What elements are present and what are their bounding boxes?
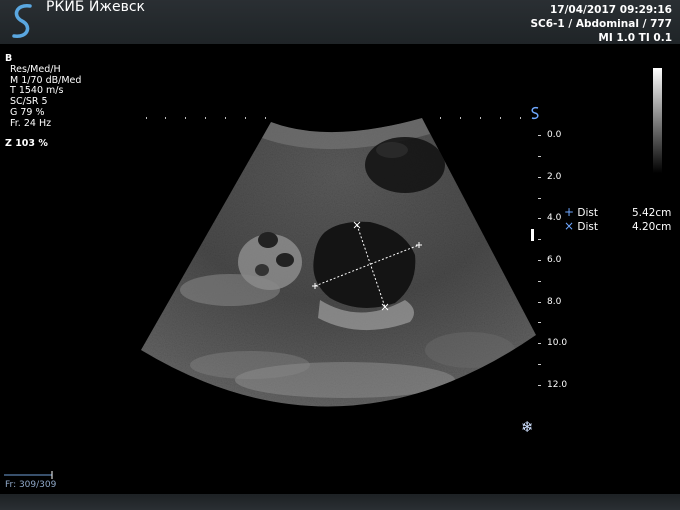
footer-bar [0, 494, 680, 510]
focus-marker[interactable] [531, 229, 534, 241]
frame-counter: Fr: 309/309 [5, 480, 57, 490]
measurement-unit: cm [655, 221, 672, 233]
measurement-unit: cm [655, 207, 672, 219]
depth-label: 4.0 [547, 213, 562, 223]
measurement-symbol: × [564, 219, 575, 233]
measurement-label: Dist [577, 221, 598, 233]
measurement-value: 5.42 [631, 207, 656, 219]
depth-label: 8.0 [547, 297, 562, 307]
measurement-label: Dist [577, 207, 598, 219]
depth-label: 12.0 [547, 380, 568, 390]
ultrasound-image [141, 106, 541, 407]
measurement-value: 4.20 [631, 221, 656, 233]
cine-bar[interactable] [4, 470, 56, 480]
depth-label: 0.0 [547, 130, 562, 140]
measurement-readout-1: + Dist 5.42cm [564, 205, 671, 219]
depth-label: 2.0 [547, 172, 562, 182]
orientation-marker-icon [531, 106, 539, 120]
measurement-readout-2: × Dist 4.20cm [564, 219, 671, 233]
depth-scale-ticks [538, 135, 541, 386]
top-tick-line [146, 117, 521, 119]
measurement-symbol: + [564, 205, 575, 219]
depth-label: 10.0 [547, 338, 568, 348]
depth-label: 6.0 [547, 255, 562, 265]
snowflake-icon[interactable]: ❄ [521, 418, 534, 436]
